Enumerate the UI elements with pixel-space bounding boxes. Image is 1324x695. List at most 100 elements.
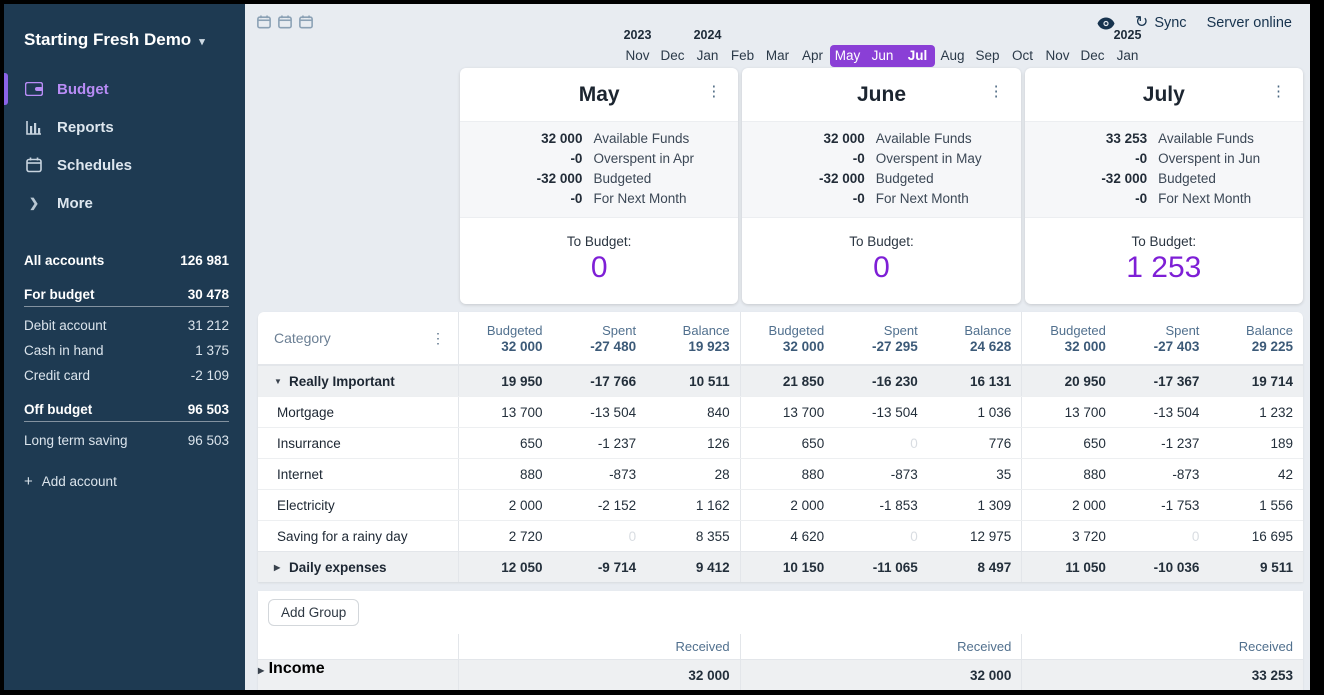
- budget-cell[interactable]: 12 050: [459, 552, 553, 582]
- budget-cell[interactable]: 880: [1022, 459, 1116, 489]
- budget-cell[interactable]: 1 162: [646, 490, 740, 520]
- budget-cell[interactable]: 20 950: [1022, 366, 1116, 396]
- all-accounts-row[interactable]: All accounts 126 981: [24, 248, 229, 273]
- category-name[interactable]: Electricity: [258, 490, 458, 520]
- account-row-credit-card[interactable]: Credit card -2 109: [24, 363, 229, 388]
- budget-cell[interactable]: -10 036: [1116, 552, 1210, 582]
- budget-cell[interactable]: 35: [928, 459, 1022, 489]
- calendar-1-month-icon[interactable]: [257, 15, 271, 29]
- budget-cell[interactable]: 3 720: [1022, 521, 1116, 551]
- budget-cell[interactable]: -16 230: [834, 366, 928, 396]
- budget-cell[interactable]: -13 504: [834, 397, 928, 427]
- sync-button[interactable]: ↻ Sync: [1135, 15, 1187, 31]
- budget-cell[interactable]: 10 150: [741, 552, 835, 582]
- month-menu-icon[interactable]: ⋮: [706, 84, 722, 99]
- timeline-month-apr[interactable]: Apr: [795, 45, 830, 67]
- budget-cell[interactable]: 21 850: [741, 366, 835, 396]
- sidebar-item-more[interactable]: ❯ More: [4, 184, 245, 222]
- calendar-3-months-icon[interactable]: [299, 15, 313, 29]
- group-name[interactable]: ▶Daily expenses: [258, 552, 458, 582]
- budget-cell[interactable]: 2 720: [459, 521, 553, 551]
- budget-cell[interactable]: 650: [741, 428, 835, 458]
- budget-cell[interactable]: 126: [646, 428, 740, 458]
- timeline-month-jan[interactable]: Jan: [1110, 45, 1145, 67]
- budget-cell[interactable]: 19 950: [459, 366, 553, 396]
- budget-cell[interactable]: -13 504: [1116, 397, 1210, 427]
- budget-cell[interactable]: -1 753: [1116, 490, 1210, 520]
- budget-cell[interactable]: 8 497: [928, 552, 1022, 582]
- budget-cell[interactable]: 840: [646, 397, 740, 427]
- sidebar-item-reports[interactable]: Reports: [4, 108, 245, 146]
- category-name[interactable]: Insurrance: [258, 428, 458, 458]
- budget-cell[interactable]: 9 412: [646, 552, 740, 582]
- budget-cell[interactable]: -1 853: [834, 490, 928, 520]
- budget-cell[interactable]: 19 714: [1209, 366, 1303, 396]
- calendar-2-months-icon[interactable]: [278, 15, 292, 29]
- timeline-month-nov[interactable]: Nov: [620, 45, 655, 67]
- budget-cell[interactable]: 189: [1209, 428, 1303, 458]
- budget-cell[interactable]: 2 000: [1022, 490, 1116, 520]
- account-row-long-term-saving[interactable]: Long term saving 96 503: [24, 428, 229, 453]
- timeline-month-jun[interactable]: Jun: [865, 45, 900, 67]
- budget-cell[interactable]: 8 355: [646, 521, 740, 551]
- budget-cell[interactable]: -17 367: [1116, 366, 1210, 396]
- budget-cell[interactable]: 0: [553, 521, 647, 551]
- budget-cell[interactable]: -11 065: [834, 552, 928, 582]
- budget-cell[interactable]: 16 131: [928, 366, 1022, 396]
- budget-cell[interactable]: -1 237: [1116, 428, 1210, 458]
- category-name[interactable]: Saving for a rainy day: [258, 521, 458, 551]
- budget-cell[interactable]: 16 695: [1209, 521, 1303, 551]
- timeline-month-aug[interactable]: Aug: [935, 45, 970, 67]
- budget-cell[interactable]: 13 700: [741, 397, 835, 427]
- income-group-toggle[interactable]: ▶ Income: [258, 660, 458, 690]
- budget-cell[interactable]: 1 556: [1209, 490, 1303, 520]
- timeline-month-dec[interactable]: Dec: [655, 45, 690, 67]
- to-budget-value[interactable]: 1 253: [1126, 251, 1201, 285]
- budget-cell[interactable]: 880: [741, 459, 835, 489]
- budget-cell[interactable]: 650: [1022, 428, 1116, 458]
- for-budget-header[interactable]: For budget 30 478: [24, 287, 229, 307]
- account-row-cash[interactable]: Cash in hand 1 375: [24, 338, 229, 363]
- budget-cell[interactable]: -9 714: [553, 552, 647, 582]
- category-name[interactable]: Internet: [258, 459, 458, 489]
- income-received-value[interactable]: 32 000: [688, 668, 729, 683]
- budget-file-menu[interactable]: Starting Fresh Demo ▾: [4, 26, 245, 54]
- group-name[interactable]: ▼Really Important: [258, 366, 458, 396]
- budget-cell[interactable]: 4 620: [741, 521, 835, 551]
- budget-cell[interactable]: 2 000: [459, 490, 553, 520]
- budget-cell[interactable]: 11 050: [1022, 552, 1116, 582]
- timeline-month-feb[interactable]: Feb: [725, 45, 760, 67]
- income-group-row[interactable]: ▶ Income 32 00032 00033 253: [258, 659, 1303, 690]
- budget-cell[interactable]: -1 237: [553, 428, 647, 458]
- month-menu-icon[interactable]: ⋮: [1271, 84, 1287, 99]
- budget-cell[interactable]: -873: [553, 459, 647, 489]
- budget-cell[interactable]: 2 000: [741, 490, 835, 520]
- budget-cell[interactable]: 9 511: [1209, 552, 1303, 582]
- budget-cell[interactable]: 0: [1116, 521, 1210, 551]
- category-menu-icon[interactable]: ⋮: [431, 330, 446, 347]
- budget-cell[interactable]: 13 700: [1022, 397, 1116, 427]
- budget-cell[interactable]: -873: [1116, 459, 1210, 489]
- budget-cell[interactable]: 42: [1209, 459, 1303, 489]
- timeline-month-jan[interactable]: Jan: [690, 45, 725, 67]
- to-budget-value[interactable]: 0: [591, 251, 608, 285]
- budget-cell[interactable]: 13 700: [459, 397, 553, 427]
- budget-cell[interactable]: -873: [834, 459, 928, 489]
- month-menu-icon[interactable]: ⋮: [989, 84, 1005, 99]
- sidebar-item-budget[interactable]: Budget: [4, 70, 245, 108]
- privacy-eye-button[interactable]: [1097, 17, 1115, 30]
- to-budget-value[interactable]: 0: [873, 251, 890, 285]
- timeline-month-may[interactable]: May: [830, 45, 865, 67]
- budget-cell[interactable]: -2 152: [553, 490, 647, 520]
- timeline-month-mar[interactable]: Mar: [760, 45, 795, 67]
- server-status-button[interactable]: Server online: [1207, 15, 1292, 31]
- add-account-button[interactable]: + Add account: [24, 473, 229, 490]
- timeline-month-oct[interactable]: Oct: [1005, 45, 1040, 67]
- sidebar-item-schedules[interactable]: Schedules: [4, 146, 245, 184]
- category-name[interactable]: Mortgage: [258, 397, 458, 427]
- income-received-value[interactable]: 33 253: [1252, 668, 1293, 683]
- timeline-month-dec[interactable]: Dec: [1075, 45, 1110, 67]
- budget-cell[interactable]: 10 511: [646, 366, 740, 396]
- timeline-month-sep[interactable]: Sep: [970, 45, 1005, 67]
- budget-cell[interactable]: 1 232: [1209, 397, 1303, 427]
